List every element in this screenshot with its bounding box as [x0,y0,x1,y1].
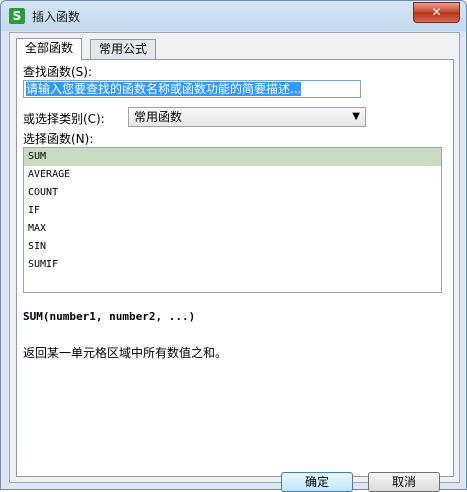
ok-button[interactable]: 确定 [281,472,353,492]
close-button[interactable]: ✕ [413,2,460,23]
dialog-window: S 插入函数 ✕ 全部函数 常用公式 查找函数(S): 请输入您要查找的函数名称… [0,0,467,492]
search-input[interactable]: 请输入您要查找的函数名称或函数功能的简要描述... [23,80,361,98]
category-selected: 常用函数 [134,110,183,124]
function-item-sum[interactable]: SUM [24,148,441,166]
function-item-sin[interactable]: SIN [24,238,441,256]
cancel-button[interactable]: 取消 [368,472,440,492]
category-label: 或选择类别(C): [23,112,105,126]
search-label: 查找函数(S): [23,65,93,79]
dropdown-arrow-icon[interactable]: ▼ [352,108,360,126]
function-item-count[interactable]: COUNT [24,184,441,202]
dialog-body: 全部函数 常用公式 查找函数(S): 请输入您要查找的函数名称或函数功能的简要描… [9,32,460,492]
function-list-label: 选择函数(N): [23,132,94,146]
function-signature: SUM(number1, number2, ...) [23,310,196,323]
function-item-average[interactable]: AVERAGE [24,166,441,184]
function-item-if[interactable]: IF [24,202,441,220]
dialog-title: 插入函数 [32,10,81,24]
search-input-text: 请输入您要查找的函数名称或函数功能的简要描述... [26,82,302,96]
tab-panel: 查找函数(S): 请输入您要查找的函数名称或函数功能的简要描述... 或选择类别… [16,59,454,492]
tab-common-formulas[interactable]: 常用公式 [90,39,157,59]
tab-all-functions[interactable]: 全部函数 [16,38,83,60]
app-icon: S [9,8,25,24]
function-description: 返回某一单元格区域中所有数值之和。 [23,346,228,360]
function-listbox[interactable]: SUM AVERAGE COUNT IF MAX SIN SUMIF [23,147,442,293]
title-bar[interactable]: S 插入函数 ✕ [1,1,466,31]
function-item-sumif[interactable]: SUMIF [24,256,441,274]
function-item-max[interactable]: MAX [24,220,441,238]
category-select[interactable]: 常用函数 ▼ [128,107,366,127]
